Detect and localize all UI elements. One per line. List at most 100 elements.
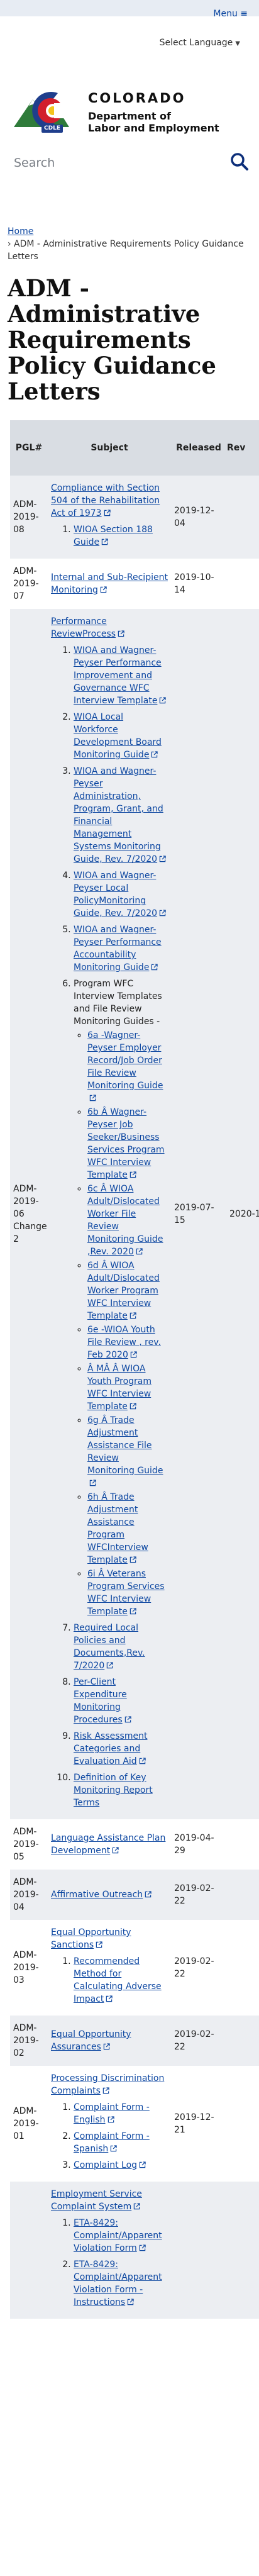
language-label: Select Language [159, 38, 233, 48]
menu-button[interactable]: Menu ≡ [213, 9, 248, 19]
external-link-icon [130, 1171, 136, 1178]
attachment-link[interactable]: Complaint Log [74, 2160, 146, 2170]
released-cell: 2019-07-15 [171, 609, 226, 1819]
sub-attachment-link[interactable]: 6g Â Trade Adjustment Assistance File Re… [87, 1415, 163, 1488]
subject-link[interactable]: Performance ReviewProcess [51, 616, 124, 639]
attachment-link-text: WIOA Section 188 Guide [74, 525, 153, 547]
attachment-link[interactable]: Risk Assessment Categories and Evaluatio… [74, 1731, 147, 1766]
sub-attachment-link[interactable]: 6h Â Trade Adjustment Assistance Program… [87, 1492, 148, 1565]
sub-attachment-link-text: 6a -Wagner-Peyser Employer Record/Job Or… [87, 1030, 163, 1091]
attachment-link[interactable]: WIOA Local Workforce Development Board M… [74, 712, 162, 760]
attachment-link[interactable]: ETA-8429: Complaint/Apparent Violation F… [74, 2260, 162, 2307]
attachment-link-text: Risk Assessment Categories and Evaluatio… [74, 1731, 148, 1766]
language-selector[interactable]: Select Language ▼ [160, 38, 240, 48]
attachment-link[interactable]: WIOA and Wagner-Peyser Local PolicyMonit… [74, 871, 166, 918]
external-link-icon [139, 2244, 146, 2251]
pgl-cell: ADM-2019-02 [10, 2016, 48, 2066]
attachment-link[interactable]: WIOA Section 188 Guide [74, 525, 153, 547]
attachment-link[interactable]: Required Local Policies and Documents,Re… [74, 1623, 145, 1671]
external-link-icon [89, 1095, 96, 1101]
external-link-icon [103, 2043, 110, 2050]
attachment-link-text: WIOA Local Workforce Development Board M… [74, 712, 162, 760]
attachment-link-text: Definition of Key Monitoring Report Term… [74, 1773, 153, 1808]
attachment-link[interactable]: Definition of Key Monitoring Report Term… [74, 1773, 153, 1808]
sub-attachment-link[interactable]: 6b Â Wagner-Peyser Job Seeker/Business S… [87, 1107, 165, 1180]
sub-attachment-link-text: 6g Â Trade Adjustment Assistance File Re… [87, 1415, 163, 1476]
subject-cell: Equal Opportunity Sanctions Recommended M… [48, 1920, 171, 2016]
subject-link[interactable]: Employment Service Complaint System [51, 2189, 142, 2212]
external-link-icon [139, 2161, 146, 2168]
attachment-link[interactable]: Recommended Method for Calculating Adver… [74, 1956, 162, 2004]
agency-logo[interactable]: CDLE COLORADO Department of Labor and Em… [14, 87, 240, 135]
revised-cell [226, 559, 259, 609]
released-cell: 2019-12-04 [171, 476, 226, 559]
attachment-link[interactable]: Complaint Form - Spanish [74, 2131, 150, 2154]
attachment-link-text: Per-Client Expenditure Monitoring Proced… [74, 1677, 127, 1725]
external-link-icon [113, 1847, 119, 1854]
pgl-cell: ADM-2019-01 [10, 2066, 48, 2182]
subject-link-text: Performance ReviewProcess [51, 616, 116, 639]
attachment-link[interactable]: Per-Client Expenditure Monitoring Proced… [74, 1677, 131, 1725]
released-cell: 2019-02-22 [171, 1920, 226, 2016]
subject-cell: Language Assistance Plan Development [48, 1819, 171, 1870]
sub-attachment-link[interactable]: 6i Â Veterans Program Services WFC Inter… [87, 1569, 165, 1617]
search-icon[interactable] [230, 152, 249, 171]
attachment-link[interactable]: WIOA and Wagner-Peyser Performance Accou… [74, 925, 162, 973]
table-row: ADM-2019-03Equal Opportunity Sanctions Re… [10, 1920, 259, 2016]
sub-attachment-link[interactable]: 6d Â WIOA Adult/Dislocated Worker Progra… [87, 1261, 160, 1321]
subject-link-text: Internal and Sub-Recipient Monitoring [51, 572, 168, 595]
released-cell: 2019-02-22 [171, 2016, 226, 2066]
attachment-list: Complaint Form - English Complaint Form -… [51, 2101, 168, 2172]
attachment-link[interactable]: WIOA and Wagner-Peyser Administration, P… [74, 766, 166, 864]
subject-link[interactable]: Language Assistance Plan Development [51, 1833, 165, 1856]
revised-cell [226, 1819, 259, 1870]
attachment-link[interactable]: ETA-8429: Complaint/Apparent Violation F… [74, 2218, 162, 2253]
table-row: ADM-2019-01 Processing Discrimination Com… [10, 2066, 259, 2182]
sub-attachment-link-text: 6c Â WIOA Adult/Dislocated Worker File R… [87, 1184, 163, 1257]
released-cell: 2019-12-21 [171, 2066, 226, 2182]
agency-name-line2: Department of [88, 110, 172, 122]
list-item: Complaint Form - English [74, 2101, 168, 2126]
sub-attachment-link[interactable]: 6e -WIOA Youth File Review , rev. Feb 20… [87, 1325, 161, 1360]
subject-link[interactable]: Equal Opportunity Sanctions [51, 1927, 131, 1950]
column-header-rev: Rev [226, 420, 259, 476]
subject-cell: Affirmative Outreach [48, 1870, 171, 1920]
subject-link-text: Language Assistance Plan Development [51, 1833, 166, 1856]
external-link-icon [130, 1556, 136, 1563]
table-body: ADM-2019-08 Compliance with Section 504 o… [10, 476, 259, 2319]
column-header-subject: Subject [48, 420, 171, 476]
external-link-icon [107, 2116, 114, 2123]
pgl-cell: ADM-2019-04 [10, 1870, 48, 1920]
external-link-icon [130, 1608, 136, 1615]
list-item: Recommended Method for Calculating Adver… [74, 1955, 168, 2005]
table-row: ADM-2019-08 Compliance with Section 504 o… [10, 476, 259, 559]
external-link-icon [130, 1312, 136, 1319]
list-item: Complaint Form - Spanish [74, 2130, 168, 2155]
search-input[interactable] [13, 151, 223, 175]
breadcrumb-home-link[interactable]: Home [8, 226, 33, 237]
sub-attachment-link-text: 6h Â Trade Adjustment Assistance Program… [87, 1492, 148, 1565]
subject-link[interactable]: Affirmative Outreach [51, 1890, 152, 1900]
revised-cell [226, 2016, 259, 2066]
external-link-icon [130, 1403, 136, 1410]
subject-link-text: Equal Opportunity Sanctions [51, 1927, 131, 1950]
subject-link[interactable]: Equal Opportunity Assurances [51, 2029, 131, 2052]
subject-cell: Equal Opportunity Assurances [48, 2016, 171, 2066]
table-row: Employment Service Complaint System ETA-8… [10, 2182, 259, 2319]
attachment-link[interactable]: WIOA and Wagner-Peyser Performance Impro… [74, 645, 167, 706]
pgl-cell: ADM-2019-07 [10, 559, 48, 609]
external-link-icon [160, 697, 167, 704]
policy-table: PGL# Subject Released Rev ADM-2019-08 Com… [10, 420, 259, 2319]
attachment-link[interactable]: Complaint Form - English [74, 2102, 150, 2125]
sub-attachment-link[interactable]: Â MÂ Â WIOA Youth Program WFC Interview … [87, 1364, 152, 1412]
external-link-icon [100, 586, 107, 593]
agency-name-line1: COLORADO [88, 91, 186, 106]
policy-table-scroll[interactable]: PGL# Subject Released Rev ADM-2019-08 Com… [10, 420, 259, 2576]
subject-link[interactable]: Internal and Sub-Recipient Monitoring [51, 572, 168, 595]
subject-link[interactable]: Compliance with Section 504 of the Rehab… [51, 483, 160, 518]
sub-attachment-link[interactable]: 6a -Wagner-Peyser Employer Record/Job Or… [87, 1030, 163, 1103]
sub-attachment-link[interactable]: 6c Â WIOA Adult/Dislocated Worker File R… [87, 1184, 163, 1257]
external-link-icon [96, 1941, 102, 1948]
subject-link[interactable]: Processing Discrimination Complaints [51, 2073, 164, 2096]
list-item: ETA-8429: Complaint/Apparent Violation F… [74, 2217, 168, 2255]
